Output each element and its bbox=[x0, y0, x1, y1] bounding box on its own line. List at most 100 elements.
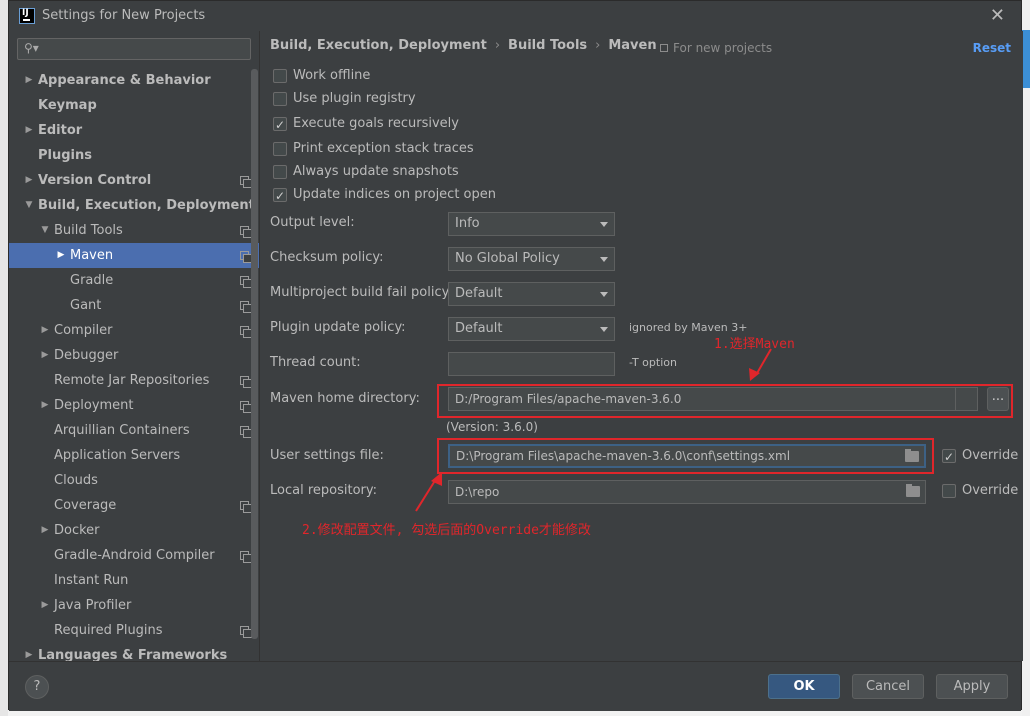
breadcrumb-item: Build, Execution, Deployment bbox=[270, 38, 487, 53]
chevron-right-icon[interactable]: ▶ bbox=[39, 393, 51, 418]
sidebar-item-label: Debugger bbox=[54, 348, 119, 363]
sidebar-item[interactable]: ▶ Java Profiler bbox=[9, 593, 259, 618]
checkbox[interactable] bbox=[273, 142, 287, 156]
multiproject-fail-select[interactable]: Default bbox=[448, 282, 615, 306]
sidebar-item-label: Gant bbox=[70, 298, 102, 313]
arrow-line-1 bbox=[755, 348, 772, 376]
chevron-right-icon[interactable]: ▶ bbox=[39, 593, 51, 618]
checkbox[interactable] bbox=[273, 92, 287, 106]
sidebar-item[interactable]: Gradle-Android Compiler bbox=[9, 543, 259, 568]
chevron-right-icon[interactable]: ▶ bbox=[23, 168, 35, 193]
arrow-line-2 bbox=[415, 478, 437, 512]
sidebar-item[interactable]: ▶ Compiler bbox=[9, 318, 259, 343]
help-button[interactable]: ? bbox=[25, 675, 49, 699]
sidebar-item[interactable]: Arquillian Containers bbox=[9, 418, 259, 443]
sidebar-item[interactable]: Application Servers bbox=[9, 443, 259, 468]
checkbox-label: Use plugin registry bbox=[293, 91, 416, 106]
chevron-right-icon[interactable]: ▶ bbox=[23, 118, 35, 143]
project-level-icon bbox=[240, 426, 252, 438]
sidebar-item-label: Instant Run bbox=[54, 573, 129, 588]
sidebar-item-label: Clouds bbox=[54, 473, 98, 488]
settings-dialog: IJ Settings for New Projects ✕ ⚲▾ ▶ Appea… bbox=[8, 0, 1023, 711]
reset-link[interactable]: Reset bbox=[973, 41, 1011, 55]
checksum-policy-label: Checksum policy: bbox=[270, 250, 384, 265]
output-level-value: Info bbox=[455, 216, 480, 231]
checkbox[interactable] bbox=[273, 186, 287, 206]
sidebar-item[interactable]: Remote Jar Repositories bbox=[9, 368, 259, 393]
project-level-icon bbox=[240, 551, 252, 563]
apply-button[interactable]: Apply bbox=[936, 674, 1008, 699]
sidebar-item[interactable]: ▶ Editor bbox=[9, 118, 259, 143]
project-icon bbox=[660, 44, 668, 52]
chevron-down-icon bbox=[600, 327, 608, 332]
sidebar-item-label: Gradle-Android Compiler bbox=[54, 548, 215, 563]
cancel-button[interactable]: Cancel bbox=[852, 674, 924, 699]
chevron-down-icon[interactable]: ▼ bbox=[23, 193, 35, 218]
sidebar-item[interactable]: ▶ Debugger bbox=[9, 343, 259, 368]
chevron-right-icon[interactable]: ▶ bbox=[55, 243, 67, 268]
chevron-right-icon[interactable]: ▶ bbox=[39, 343, 51, 368]
sidebar-item-label: Gradle bbox=[70, 273, 114, 288]
sidebar-item[interactable]: ▶ Deployment bbox=[9, 393, 259, 418]
checkbox-label: Work offline bbox=[293, 68, 371, 83]
override-label: Override bbox=[962, 448, 1019, 463]
sidebar-item[interactable]: Gradle bbox=[9, 268, 259, 293]
annotation-note-2: 2.修改配置文件, 勾选后面的Override才能修改 bbox=[302, 523, 591, 538]
intellij-icon: IJ bbox=[19, 8, 35, 24]
checkbox[interactable] bbox=[273, 69, 287, 83]
sidebar-item[interactable]: Required Plugins bbox=[9, 618, 259, 643]
sidebar-item[interactable]: ▼ Build Tools bbox=[9, 218, 259, 243]
sidebar-item[interactable]: ▼ Build, Execution, Deployment bbox=[9, 193, 259, 218]
chevron-down-icon[interactable]: ▼ bbox=[39, 218, 51, 243]
project-level-icon bbox=[240, 251, 252, 263]
checkbox-label: Execute goals recursively bbox=[293, 116, 459, 131]
arrow-head-2 bbox=[431, 472, 442, 486]
sidebar-item-label: Appearance & Behavior bbox=[38, 73, 211, 88]
sidebar-item[interactable]: ▶ Maven bbox=[9, 243, 259, 268]
breadcrumb-item: Maven bbox=[608, 38, 657, 53]
folder-icon[interactable] bbox=[906, 484, 920, 497]
sidebar-item[interactable]: ▶ Version Control bbox=[9, 168, 259, 193]
chevron-right-icon[interactable]: ▶ bbox=[39, 318, 51, 343]
override-checkbox[interactable] bbox=[942, 484, 956, 498]
sidebar-item-label: Docker bbox=[54, 523, 100, 538]
sidebar-item[interactable]: ▶ Appearance & Behavior bbox=[9, 68, 259, 93]
ok-button[interactable]: OK bbox=[768, 674, 840, 699]
checkbox[interactable] bbox=[273, 115, 287, 135]
background-app-right bbox=[1022, 0, 1030, 716]
sidebar-item[interactable]: Coverage bbox=[9, 493, 259, 518]
thread-count-input[interactable] bbox=[448, 352, 615, 376]
checkbox[interactable] bbox=[273, 165, 287, 179]
close-icon[interactable]: ✕ bbox=[990, 5, 1005, 26]
sidebar-item-label: Build Tools bbox=[54, 223, 123, 238]
sidebar-item[interactable]: Gant bbox=[9, 293, 259, 318]
sidebar-item[interactable]: Instant Run bbox=[9, 568, 259, 593]
sidebar-item-label: Build, Execution, Deployment bbox=[38, 198, 255, 213]
chevron-right-icon[interactable]: ▶ bbox=[23, 68, 35, 93]
checksum-policy-value: No Global Policy bbox=[455, 251, 560, 266]
sidebar-item-label: Arquillian Containers bbox=[54, 423, 190, 438]
output-level-select[interactable]: Info bbox=[448, 212, 615, 236]
sidebar-item[interactable]: Clouds bbox=[9, 468, 259, 493]
sidebar-item-label: Remote Jar Repositories bbox=[54, 373, 210, 388]
checksum-policy-select[interactable]: No Global Policy bbox=[448, 247, 615, 271]
project-level-icon bbox=[240, 301, 252, 313]
maven-settings-panel: Build, Execution, Deployment › Build Tools… bbox=[260, 31, 1023, 661]
override-checkbox[interactable] bbox=[942, 447, 956, 467]
sidebar-item[interactable]: ▶ Docker bbox=[9, 518, 259, 543]
search-icon: ⚲▾ bbox=[24, 41, 39, 55]
local-repo-input[interactable]: D:\repo bbox=[448, 480, 926, 504]
thread-count-label: Thread count: bbox=[270, 355, 361, 370]
sidebar-item[interactable]: Keymap bbox=[9, 93, 259, 118]
sidebar-item-label: Required Plugins bbox=[54, 623, 163, 638]
chevron-right-icon[interactable]: ▶ bbox=[39, 518, 51, 543]
sidebar-scrollbar[interactable] bbox=[251, 69, 258, 639]
settings-sidebar: ⚲▾ ▶ Appearance & Behavior Keymap ▶ Editor Pl… bbox=[9, 31, 259, 663]
plugin-update-select[interactable]: Default bbox=[448, 317, 615, 341]
project-level-icon bbox=[240, 626, 252, 638]
dialog-button-bar: ? OK Cancel Apply bbox=[9, 661, 1021, 711]
search-input[interactable]: ⚲▾ bbox=[17, 38, 251, 60]
multiproject-fail-label: Multiproject build fail policy: bbox=[270, 285, 453, 300]
sidebar-item[interactable]: Plugins bbox=[9, 143, 259, 168]
chevron-down-icon bbox=[600, 257, 608, 262]
